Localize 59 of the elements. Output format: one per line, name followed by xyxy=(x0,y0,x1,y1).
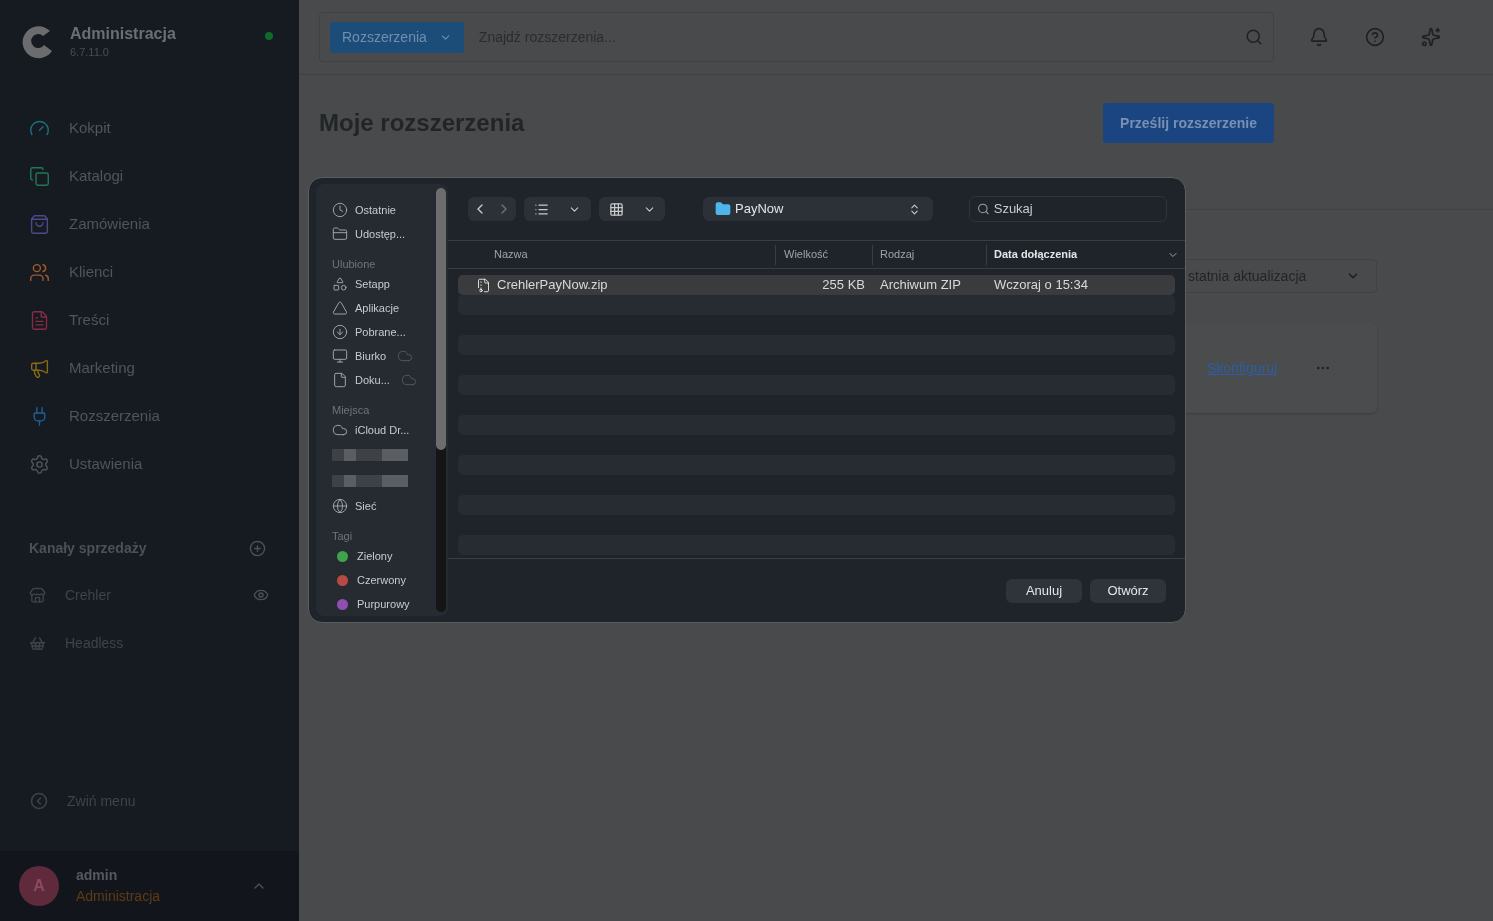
sidebar-item[interactable]: Setapp xyxy=(332,272,448,296)
sidebar-item[interactable]: Biurko xyxy=(332,344,448,368)
bell-icon[interactable] xyxy=(1309,27,1329,47)
globe-icon xyxy=(332,498,348,514)
column-header[interactable]: Data dołączenia xyxy=(986,244,1185,265)
list-icon xyxy=(533,201,549,217)
cloud-icon xyxy=(332,422,348,438)
grid-view-control[interactable] xyxy=(599,197,665,221)
storefront-icon xyxy=(29,586,46,604)
sidebar-section-title: Miejsca xyxy=(332,403,371,418)
folder-select[interactable]: PayNow xyxy=(703,197,933,221)
sparkles-icon[interactable] xyxy=(1421,27,1441,47)
folder-icon xyxy=(332,226,348,242)
sidebar-item[interactable]: Aplikacje xyxy=(332,296,448,320)
eye-icon[interactable] xyxy=(253,587,269,603)
triangle-icon xyxy=(332,300,348,316)
sidebar-section-title: Ulubione xyxy=(332,257,377,272)
sidebar-item[interactable]: Ostatnie xyxy=(332,198,448,222)
help-icon[interactable] xyxy=(1365,27,1385,47)
user-role: Administracja xyxy=(76,887,162,906)
search-icon xyxy=(977,202,990,216)
list-view-control[interactable] xyxy=(524,197,591,221)
monitor-icon xyxy=(332,348,348,364)
folder-icon xyxy=(715,201,731,217)
sidebar-item[interactable]: iCloud Dr... xyxy=(332,418,448,442)
download-icon xyxy=(332,324,348,340)
sidebar-item[interactable]: Udostęp... xyxy=(332,222,448,246)
file-date: Wczoraj o 15:34 xyxy=(994,276,1088,295)
scrollbar[interactable] xyxy=(436,188,446,612)
add-icon[interactable] xyxy=(249,540,266,557)
search-icon[interactable] xyxy=(1245,28,1263,46)
grid-icon xyxy=(608,201,624,217)
sidebar-item[interactable]: Czerwony xyxy=(332,568,448,592)
sidebar-item[interactable]: Pobrane... xyxy=(332,320,448,344)
dialog-button[interactable]: Otwórz xyxy=(1090,578,1166,603)
basket-icon xyxy=(29,634,46,652)
sidebar-section-title: Tagi xyxy=(332,529,354,544)
column-header[interactable]: Rodzaj xyxy=(872,244,986,265)
sidebar-item[interactable]: Sieć xyxy=(332,494,448,518)
clock-icon xyxy=(332,202,348,218)
brand-title: Administracja xyxy=(70,24,177,44)
user-name: admin xyxy=(76,866,119,885)
dialog-button[interactable]: Anuluj xyxy=(1006,578,1082,603)
file-name: CrehlerPayNow.zip xyxy=(497,276,608,295)
zip-file-icon xyxy=(476,277,491,293)
search-input[interactable]: Szukaj xyxy=(993,199,1159,219)
file-size: 255 KB xyxy=(821,276,865,295)
sidebar-item[interactable]: Purpurowy xyxy=(332,592,448,616)
sidebar-item[interactable]: Doku... xyxy=(332,368,448,392)
sidebar-item[interactable]: Zielony xyxy=(332,544,448,568)
chevron-left-icon xyxy=(30,792,48,810)
file-type: Archiwum ZIP xyxy=(880,276,962,295)
updown-icon xyxy=(908,202,921,216)
file-row[interactable]: CrehlerPayNow.zip 255 KB Archiwum ZIP Wczoraj o 15:34 xyxy=(458,275,1175,295)
search-field[interactable]: Szukaj xyxy=(969,196,1167,222)
column-header[interactable]: Nazwa xyxy=(448,244,775,265)
shapes-icon xyxy=(332,276,348,292)
column-header[interactable]: Wielkość xyxy=(775,244,872,265)
file-icon xyxy=(332,372,348,388)
